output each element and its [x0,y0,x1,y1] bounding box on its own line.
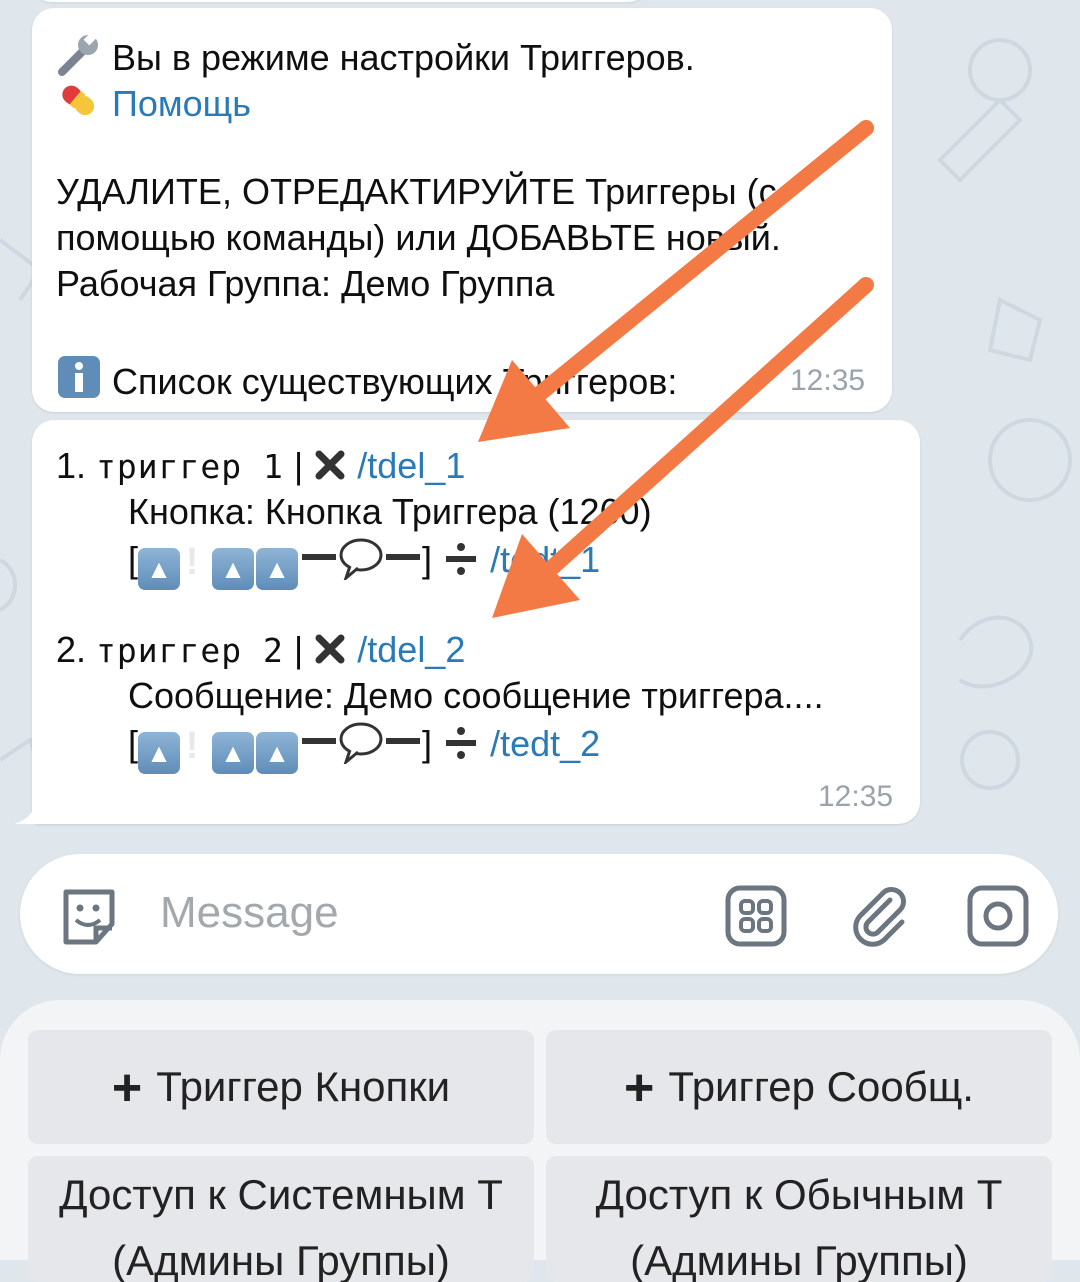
keyboard-button-label: Триггер Кнопки [156,1063,451,1110]
plus-icon: + [111,1059,143,1117]
camera-icon[interactable] [966,884,1030,948]
add-button-trigger-button[interactable]: + Триггер Кнопки [28,1030,534,1144]
regular-triggers-access-button[interactable]: Доступ к Обычным Т (Админы Группы) [546,1156,1052,1282]
keyboard-button-label-line-2: (Админы Группы) [630,1237,968,1282]
reply-keyboard: + Триггер Кнопки + Триггер Сообщ. Доступ к… [0,1000,1080,1282]
annotation-arrow-1 [478,120,874,442]
annotation-arrow-2 [492,277,874,618]
keyboard-button-label: Доступ к Системным Т [59,1171,503,1218]
add-message-trigger-button[interactable]: + Триггер Сообщ. [546,1030,1052,1144]
keyboard-button-label-line-2: (Админы Группы) [112,1237,450,1282]
message-composer[interactable]: Message [20,854,1058,974]
attach-icon[interactable] [846,882,912,948]
keyboard-button-label: Доступ к Обычным Т [595,1171,1003,1218]
keyboard-button-label: Триггер Сообщ. [668,1063,974,1110]
bot-menu-icon[interactable] [724,884,788,948]
message-input[interactable]: Message [160,888,339,938]
sticker-icon[interactable] [56,884,122,950]
system-triggers-access-button[interactable]: Доступ к Системным Т (Админы Группы) [28,1156,534,1282]
plus-icon: + [624,1059,655,1117]
